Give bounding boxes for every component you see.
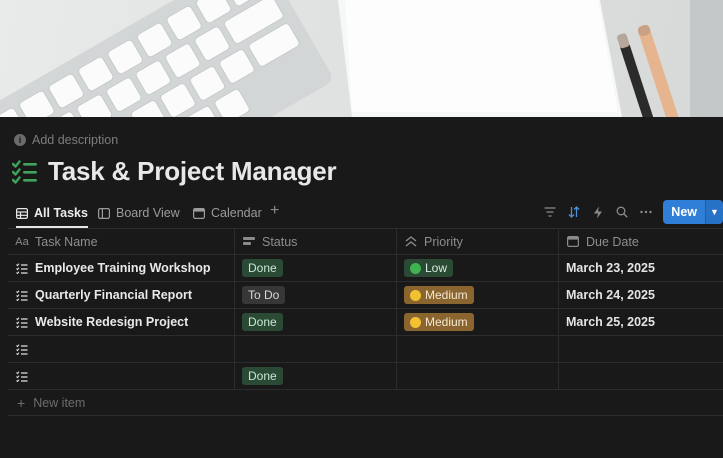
table-row[interactable]: Employee Training Workshop Done Low Marc…	[8, 255, 723, 282]
plus-icon: +	[17, 394, 26, 411]
priority-badge: Medium	[404, 313, 474, 331]
tab-board-view[interactable]: Board View	[98, 200, 180, 226]
add-description-button[interactable]: i Add description	[14, 133, 118, 147]
text-icon: Aa	[15, 235, 29, 248]
new-button-group: New ▼	[663, 200, 723, 224]
column-header-task-name[interactable]: Aa Task Name	[8, 229, 235, 254]
new-item-label: New item	[33, 395, 86, 410]
due-date-cell[interactable]: March 23, 2025	[559, 255, 723, 281]
column-header-due-date[interactable]: Due Date	[559, 229, 723, 254]
task-name-cell[interactable]	[8, 363, 235, 389]
checklist-icon	[15, 289, 29, 301]
due-date-cell[interactable]	[559, 336, 723, 362]
add-description-label: Add description	[32, 133, 119, 147]
new-item-button[interactable]: + New item	[8, 390, 723, 416]
priority-badge: Medium	[404, 286, 474, 304]
more-options-icon[interactable]	[639, 205, 653, 219]
checklist-icon	[15, 262, 29, 274]
tab-all-tasks[interactable]: All Tasks	[16, 200, 88, 228]
column-label: Priority	[424, 234, 463, 249]
column-header-priority[interactable]: Priority	[397, 229, 559, 254]
table-row[interactable]: Website Redesign Project Done Medium Mar…	[8, 309, 723, 336]
checklist-icon	[15, 316, 29, 328]
status-badge: Done	[242, 313, 283, 331]
column-label: Status	[262, 234, 298, 249]
search-icon[interactable]	[615, 205, 629, 219]
status-cell[interactable]: Done	[235, 255, 397, 281]
column-header-status[interactable]: Status	[235, 229, 397, 254]
task-name-cell[interactable]: Employee Training Workshop	[8, 255, 235, 281]
priority-cell[interactable]: Medium	[397, 309, 559, 335]
tab-calendar[interactable]: Calendar	[193, 200, 262, 226]
checklist-icon	[15, 370, 29, 382]
yellow-circle-icon	[410, 316, 421, 328]
page-title[interactable]: Task & Project Manager	[48, 156, 337, 187]
task-name: Website Redesign Project	[35, 315, 189, 329]
table-header: Aa Task Name Status Priority Due Date	[8, 228, 723, 255]
status-icon	[242, 236, 256, 247]
priority-label: Medium	[425, 288, 468, 302]
table-row[interactable]: Quarterly Financial Report To Do Medium …	[8, 282, 723, 309]
chevron-down-icon[interactable]: ▼	[705, 200, 723, 224]
priority-cell[interactable]	[397, 336, 559, 362]
priority-icon	[404, 236, 418, 247]
status-badge: To Do	[242, 286, 286, 304]
cover-image[interactable]	[0, 0, 723, 117]
status-cell[interactable]: Done	[235, 363, 397, 389]
filter-icon[interactable]	[543, 205, 557, 219]
due-date-cell[interactable]: March 24, 2025	[559, 282, 723, 308]
view-toolbar: New ▼	[543, 200, 723, 224]
status-badge: Done	[242, 259, 283, 277]
status-cell[interactable]	[235, 336, 397, 362]
priority-cell[interactable]	[397, 363, 559, 389]
board-icon	[98, 207, 110, 219]
priority-cell[interactable]: Low	[397, 255, 559, 281]
tasks-table: Aa Task Name Status Priority Due Date Em…	[8, 228, 723, 390]
priority-cell[interactable]: Medium	[397, 282, 559, 308]
tab-label: Board View	[116, 206, 180, 220]
task-name-cell[interactable]: Website Redesign Project	[8, 309, 235, 335]
yellow-circle-icon	[410, 289, 421, 301]
due-date-cell[interactable]: March 25, 2025	[559, 309, 723, 335]
table-row[interactable]	[8, 336, 723, 363]
checklist-icon	[15, 343, 29, 355]
sort-icon[interactable]	[567, 205, 581, 219]
tab-label: Calendar	[211, 206, 262, 220]
table-icon	[16, 207, 28, 219]
table-row[interactable]: Done	[8, 363, 723, 390]
new-button[interactable]: New	[663, 200, 705, 224]
automation-icon[interactable]	[591, 205, 605, 219]
add-view-button[interactable]: +	[270, 202, 279, 220]
task-name: Employee Training Workshop	[35, 261, 211, 275]
task-name-cell[interactable]	[8, 336, 235, 362]
calendar-icon	[566, 236, 580, 247]
status-cell[interactable]: To Do	[235, 282, 397, 308]
column-label: Task Name	[35, 234, 98, 249]
page-header: Task & Project Manager	[12, 156, 337, 187]
priority-badge: Low	[404, 259, 454, 277]
column-label: Due Date	[586, 234, 639, 249]
task-name-cell[interactable]: Quarterly Financial Report	[8, 282, 235, 308]
checklist-icon[interactable]	[12, 159, 38, 184]
status-cell[interactable]: Done	[235, 309, 397, 335]
priority-label: Low	[425, 261, 448, 275]
calendar-icon	[193, 207, 205, 219]
tab-label: All Tasks	[34, 206, 88, 220]
info-icon: i	[14, 134, 26, 146]
due-date-cell[interactable]	[559, 363, 723, 389]
status-badge: Done	[242, 367, 283, 385]
view-tabs-bar: All Tasks Board View Calendar + New ▼	[10, 200, 723, 228]
green-circle-icon	[410, 262, 421, 274]
priority-label: Medium	[425, 315, 468, 329]
task-name: Quarterly Financial Report	[35, 288, 192, 302]
